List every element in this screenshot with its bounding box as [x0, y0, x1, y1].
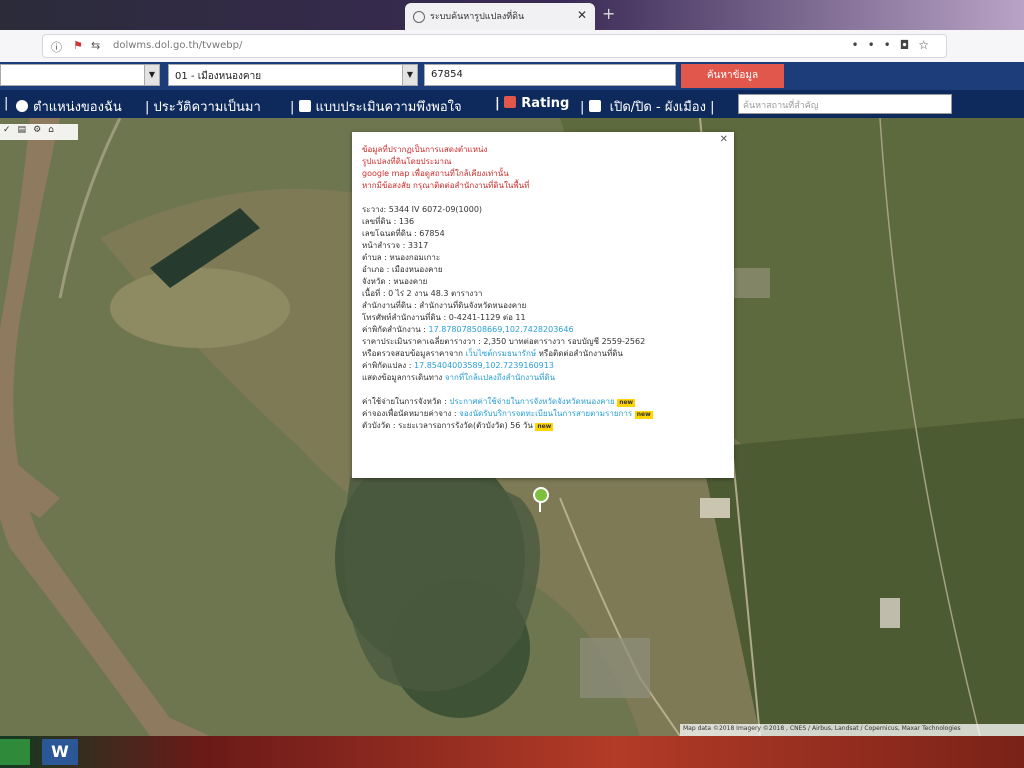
settings-icon[interactable]: ⚙	[33, 125, 48, 135]
pocket-icon[interactable]: ◘	[900, 38, 919, 52]
menu-zoning[interactable]: | เปิด/ปิด - ผังเมือง |	[580, 96, 714, 117]
duration-label: ตัวบังวัด :	[362, 421, 396, 430]
fee-label: ค่าใช้จ่ายในการจังหวัด :	[362, 397, 447, 406]
info-row: เนื้อที่ : 0 ไร่ 2 งาน 48.3 ตารางวา	[362, 289, 483, 298]
checkmark-icon[interactable]: ✓	[3, 125, 18, 135]
route-prefix: แสดงข้อมูลการเดินทาง	[362, 373, 443, 382]
map-tools[interactable]: ✓▤⚙⌂	[0, 124, 78, 140]
queue-row: ค่าจองเพื่อนัดหมายค่าจาง : จองนัดรับบริก…	[362, 408, 724, 420]
menu-rating[interactable]: | Rating	[495, 96, 569, 111]
app-icon[interactable]	[0, 739, 30, 765]
menu-survey[interactable]: | แบบประเมินความพึงพอใจ	[290, 96, 462, 117]
new-badge: new	[535, 423, 554, 431]
info-icon[interactable]: ⓘ	[51, 39, 62, 55]
fee-link[interactable]: ประกาศค่าใช้จ่ายในการจังหวัดจังหวัดหนองค…	[449, 397, 614, 406]
menu-history-label: ประวัติความเป็นมา	[153, 100, 261, 115]
permissions-icon[interactable]: ⇆	[91, 39, 100, 52]
url-bar[interactable]: ⓘ ⚑ ⇆ dolwms.dol.go.th/tvwebp/ •••◘☆	[42, 34, 947, 58]
menu-my-location[interactable]: ตำแหน่งของฉัน	[16, 96, 122, 117]
info-row: เลขที่ดิน : 136	[362, 217, 415, 226]
chevron-down-icon: ▼	[144, 65, 159, 85]
info-row: จังหวัด : หนองคาย	[362, 277, 428, 286]
price-check-row: หรือตรวจสอบข้อมูลราคาจาก เว็บไซต์กรมธนาร…	[362, 348, 724, 360]
price-row: ราคาประเมินราคาเฉลี่ยตารางวา : 2,350 บาท…	[362, 337, 646, 346]
office-coord-label: ค่าพิกัดสำนักงาน :	[362, 325, 426, 334]
tab-title: ระบบค้นหารูปแปลงที่ดิน	[430, 12, 525, 22]
notice-line: ข้อมูลที่ปรากฏเป็นการแสดงตำแหน่ง	[362, 145, 488, 154]
info-row: ตำบล : หนองกอมเกาะ	[362, 253, 441, 262]
close-tab-icon[interactable]: ✕	[577, 8, 587, 22]
duration-value: ระยะเวลารอการรังวัด(ตัวบังวัด) 56 วัน	[398, 421, 533, 430]
tracking-icon[interactable]: ⚑	[73, 39, 83, 52]
info-row: เลขโฉนดที่ดิน : 67854	[362, 229, 445, 238]
amphoe-value: 01 - เมืองหนองคาย	[175, 71, 262, 82]
office-coord-row: ค่าพิกัดสำนักงาน : 17.878078508669,102.7…	[362, 324, 724, 336]
new-badge: new	[617, 399, 636, 407]
amphoe-select[interactable]: 01 - เมืองหนองคาย ▼	[168, 64, 418, 86]
route-link[interactable]: จากที่ใกล้แปลงถึงสำนักงานที่ดิน	[445, 373, 555, 382]
new-badge: new	[634, 411, 653, 419]
taskbar: W	[0, 736, 1024, 768]
menu-history[interactable]: | ประวัติความเป็นมา	[145, 96, 261, 117]
page-actions[interactable]: •••◘☆	[852, 38, 939, 52]
menu-bar: | ตำแหน่งของฉัน | ประวัติความเป็นมา | แบ…	[0, 90, 1024, 118]
info-row: อำเภอ : เมืองหนองคาย	[362, 265, 443, 274]
more-icon[interactable]: •••	[852, 38, 900, 52]
info-row: สำนักงานที่ดิน : สำนักงานที่ดินจังหวัดหน…	[362, 301, 527, 310]
parcel-info-popup: ✕ ข้อมูลที่ปรากฏเป็นการแสดงตำแหน่ง รูปแป…	[352, 132, 734, 478]
info-row: หน้าสำรวจ : 3317	[362, 241, 429, 250]
close-icon[interactable]: ✕	[720, 134, 728, 146]
parcel-coord-row: ค่าพิกัดแปลง : 17.85404003589,102.723916…	[362, 360, 724, 372]
parcel-coord-link[interactable]: 17.85404003589,102.7239160913	[414, 361, 554, 370]
url-text: dolwms.dol.go.th/tvwebp/	[113, 40, 243, 51]
menu-survey-label: แบบประเมินความพึงพอใจ	[315, 100, 462, 115]
globe-icon	[413, 10, 425, 23]
price-check-suffix: หรือติดต่อสำนักงานที่ดิน	[538, 349, 623, 358]
menu-divider: |	[4, 96, 9, 111]
parcel-coord-label: ค่าพิกัดแปลง :	[362, 361, 412, 370]
location-icon	[16, 100, 28, 112]
navigation-bar: ⓘ ⚑ ⇆ dolwms.dol.go.th/tvwebp/ •••◘☆	[0, 30, 1024, 63]
place-search-input[interactable]: ค้นหาสถานที่สำคัญ	[738, 94, 952, 114]
search-button[interactable]: ค้นหาข้อมูล	[681, 64, 784, 88]
new-tab-icon[interactable]: +	[602, 4, 615, 23]
province-select[interactable]: ▼	[0, 64, 160, 86]
notice-line: รูปแปลงที่ดินโดยประมาณ	[362, 157, 452, 166]
word-icon[interactable]: W	[42, 739, 78, 765]
treasury-link[interactable]: เว็บไซต์กรมธนารักษ์	[465, 349, 536, 358]
office-coord-link[interactable]: 17.878078508669,102.7428203646	[429, 325, 574, 334]
search-form-bar: ▼ 01 - เมืองหนองคาย ▼ 67854 ค้นหาข้อมูล	[0, 62, 1024, 90]
chart-icon	[504, 96, 517, 108]
fee-row: ค่าใช้จ่ายในการจังหวัด : ประกาศค่าใช้จ่า…	[362, 396, 724, 408]
info-row: ระวาง: 5344 IV 6072-09(1000)	[362, 205, 483, 214]
shopping-icon[interactable]: ⌂	[48, 125, 61, 135]
checkbox-icon[interactable]	[588, 100, 601, 112]
menu-rating-label: Rating	[521, 96, 570, 111]
browser-tab[interactable]: ระบบค้นหารูปแปลงที่ดิน ✕	[405, 3, 595, 30]
notice-line: หากมีข้อสงสัย กรุณาติดต่อสำนักงานที่ดินใ…	[362, 181, 530, 190]
chevron-down-icon: ▼	[402, 65, 417, 85]
location-pin-icon[interactable]	[533, 487, 549, 503]
menu-my-location-label: ตำแหน่งของฉัน	[33, 100, 122, 115]
route-row: แสดงข้อมูลการเดินทาง จากที่ใกล้แปลงถึงสำ…	[362, 372, 724, 384]
notice-line: google map เพื่อดูสถานที่ใกล้เคียงเท่านั…	[362, 169, 509, 178]
parcel-number-input[interactable]: 67854	[424, 64, 676, 86]
queue-label: ค่าจองเพื่อนัดหมายค่าจาง :	[362, 409, 457, 418]
queue-link[interactable]: จองนัดรับบริการจดทะเบียนในการสายตามรายกา…	[459, 409, 632, 418]
duration-row: ตัวบังวัด : ระยะเวลารอการรังวัด(ตัวบังวั…	[362, 420, 724, 432]
form-icon	[298, 100, 311, 112]
map-attribution: Map data ©2018 Imagery ©2018 , CNES / Ai…	[680, 724, 1024, 736]
price-check-prefix: หรือตรวจสอบข้อมูลราคาจาก	[362, 349, 463, 358]
menu-zoning-label: เปิด/ปิด - ผังเมือง	[609, 100, 706, 115]
info-row: โทรศัพท์สำนักงานที่ดิน : 0-4241-1129 ต่อ…	[362, 313, 526, 322]
layers-icon[interactable]: ▤	[18, 125, 34, 135]
bookmark-star-icon[interactable]: ☆	[918, 38, 938, 52]
parcel-number-value: 67854	[431, 69, 463, 80]
